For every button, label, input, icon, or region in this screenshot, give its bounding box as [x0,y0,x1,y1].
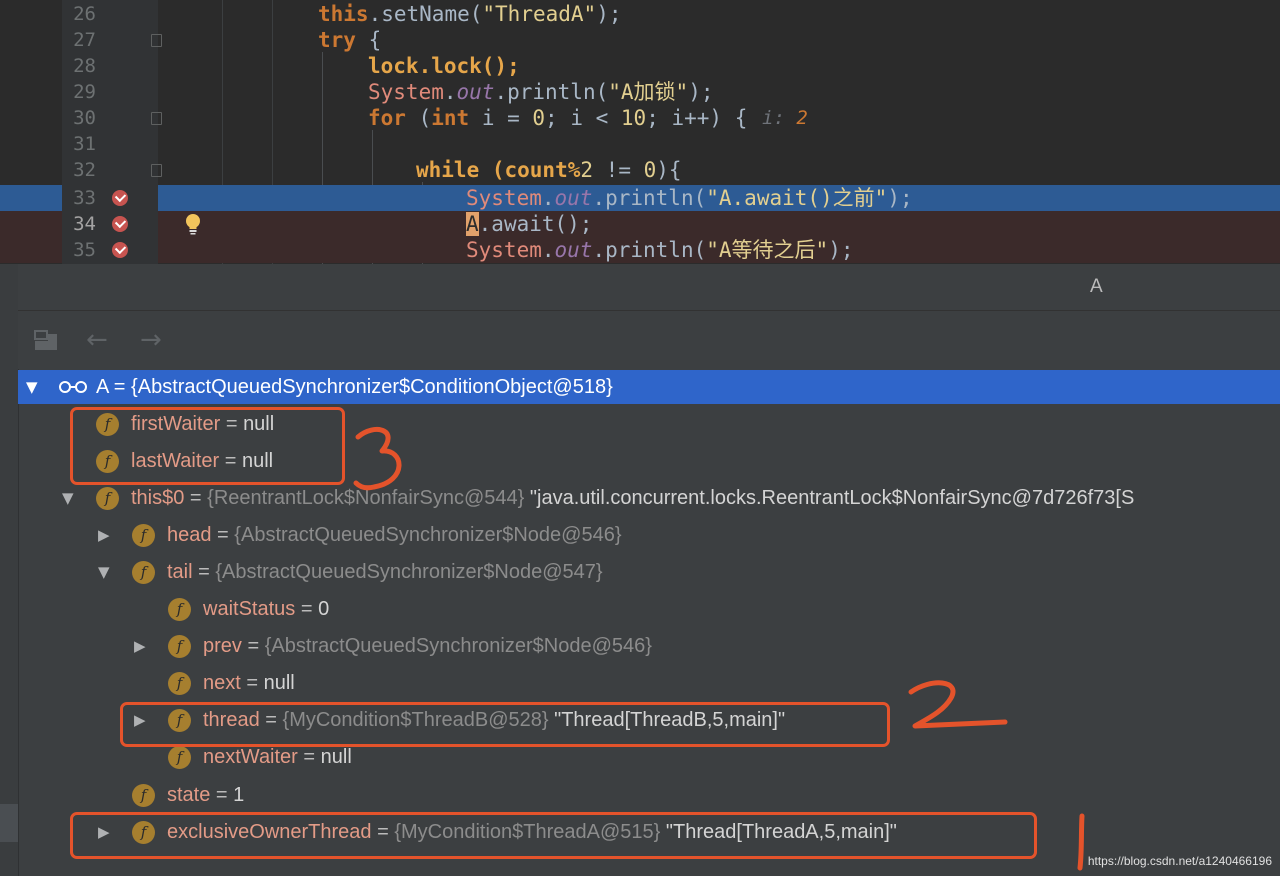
tree-row-head[interactable]: ▶ f head = {AbstractQueuedSynchronizer$N… [18,517,1280,554]
annotation-number-3 [353,427,402,491]
tree-row-prev[interactable]: ▶ f prev = {AbstractQueuedSynchronizer$N… [18,628,1280,665]
variable-entry: head = {AbstractQueuedSynchronizer$Node@… [167,524,622,546]
code-line[interactable]: 31 [0,131,1280,157]
code-line[interactable]: 27 try { [0,27,1280,53]
tree-row-this0[interactable]: ▼ f this$0 = {ReentrantLock$NonfairSync@… [18,480,1280,517]
line-number: 28 [73,55,96,77]
tree-row-state[interactable]: f state = 1 [18,777,1280,814]
collapse-arrow-icon[interactable]: ▼ [98,554,114,591]
fold-marker-icon[interactable] [151,34,162,47]
field-icon: f [132,784,155,807]
field-icon: f [96,487,119,510]
variable-entry: next = null [203,672,295,694]
fold-marker-icon[interactable] [151,164,162,177]
panel-toolbar: ← → [18,311,1280,369]
variable-entry: state = 1 [167,784,245,806]
lightbulb-icon[interactable] [184,213,202,235]
line-number: 31 [73,133,96,155]
expand-arrow-icon[interactable]: ▶ [134,628,150,665]
code-text: while (count%2 != 0){ [416,158,682,182]
field-icon: f [168,635,191,658]
field-icon: f [132,524,155,547]
tool-window-strip-selected[interactable] [0,804,18,842]
watch-glasses-icon [59,381,87,393]
code-line[interactable]: 30 for (int i = 0; i < 10; i++) { i: 2 [0,105,1280,131]
panel-tab-bar: A [18,264,1280,311]
breakpoint-icon[interactable] [112,242,128,258]
code-text: System.out.println("A.await()之前"); [466,186,913,210]
code-line[interactable]: 32 while (count%2 != 0){ [0,157,1280,183]
breakpoint-line[interactable]: 34 A.await(); [0,211,1280,237]
line-number: 32 [73,159,96,181]
arrow-left-icon[interactable]: ← [86,325,108,355]
code-text: lock.lock(); [368,54,520,78]
code-text: System.out.println("A加锁"); [368,80,714,104]
breakpoint-icon[interactable] [112,190,128,206]
annotation-box-1 [70,812,1037,859]
annotation-box-3 [70,407,345,485]
variable-entry: A = {AbstractQueuedSynchronizer$Conditio… [96,376,613,398]
arrow-right-icon[interactable]: → [140,325,162,355]
variable-entry: this$0 = {ReentrantLock$NonfairSync@544}… [131,487,1135,509]
code-text: try { [318,28,382,52]
line-number: 34 [73,213,96,235]
breakpoint-icon[interactable] [112,216,128,232]
watermark-url: https://blog.csdn.net/a1240466196 [1087,854,1272,868]
code-text: System.out.println("A等待之后"); [466,238,854,262]
code-line[interactable]: 28 lock.lock(); [0,53,1280,79]
annotation-number-2 [908,680,1008,729]
line-number: 27 [73,29,96,51]
frames-icon[interactable] [34,328,62,352]
current-execution-line[interactable]: 33 System.out.println("A.await()之前"); [0,185,1280,211]
code-line[interactable]: 29 System.out.println("A加锁"); [0,79,1280,105]
field-icon: f [168,746,191,769]
annotation-box-2 [120,702,890,747]
line-number: 33 [73,187,96,209]
code-text: for (int i = 0; i < 10; i++) { [368,106,748,130]
code-text: this.setName("ThreadA"); [318,2,622,26]
collapse-arrow-icon[interactable]: ▼ [26,370,42,404]
code-editor[interactable]: 26 this.setName("ThreadA"); 27 try { 28 … [0,0,1280,264]
field-icon: f [168,672,191,695]
code-text: A.await(); [466,212,593,236]
line-number: 29 [73,81,96,103]
field-icon: f [168,598,191,621]
breakpoint-line[interactable]: 35 System.out.println("A等待之后"); [0,237,1280,263]
debugger-variables-panel[interactable]: A ← → ▼ A = {AbstractQueuedSynchronizer$… [0,264,1280,876]
inline-debug-hint: i: 2 [762,107,808,129]
tree-row-waitstatus[interactable]: f waitStatus = 0 [18,591,1280,628]
panel-title: A [1090,276,1103,297]
tree-row-tail[interactable]: ▼ f tail = {AbstractQueuedSynchronizer$N… [18,554,1280,591]
line-number: 35 [73,239,96,261]
variable-entry: waitStatus = 0 [203,598,330,620]
tool-window-strip [0,264,19,876]
code-line[interactable]: 26 this.setName("ThreadA"); [0,1,1280,27]
field-icon: f [132,561,155,584]
variable-entry: prev = {AbstractQueuedSynchronizer$Node@… [203,635,652,657]
tree-row-root[interactable]: ▼ A = {AbstractQueuedSynchronizer$Condit… [18,370,1280,404]
collapse-arrow-icon[interactable]: ▼ [62,480,78,517]
variable-entry: tail = {AbstractQueuedSynchronizer$Node@… [167,561,603,583]
line-number: 26 [73,3,96,25]
line-number: 30 [73,107,96,129]
fold-marker-icon[interactable] [151,112,162,125]
expand-arrow-icon[interactable]: ▶ [98,517,114,554]
tree-row-next[interactable]: f next = null [18,665,1280,702]
